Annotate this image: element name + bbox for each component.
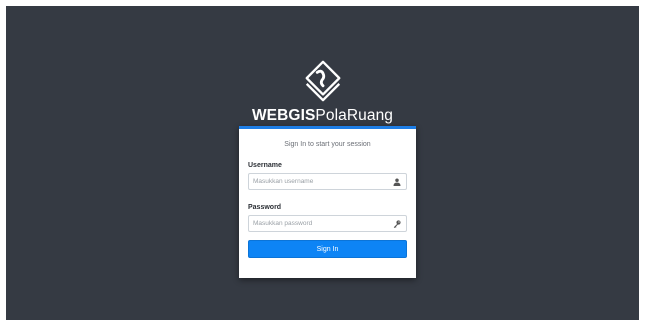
login-page-background: WEBGISPolaRuang Sign In to start your se… bbox=[6, 6, 639, 320]
password-input[interactable] bbox=[253, 216, 378, 231]
username-label: Username bbox=[248, 162, 282, 169]
app-title-bold: WEBGIS bbox=[251, 107, 316, 124]
password-input-group bbox=[248, 215, 407, 232]
sign-in-button[interactable]: Sign In bbox=[248, 240, 407, 258]
username-input-group bbox=[248, 173, 407, 190]
layers-diamond-logo-icon bbox=[305, 60, 340, 102]
password-label: Password bbox=[248, 204, 282, 211]
username-input[interactable] bbox=[253, 174, 378, 189]
login-message: Sign In to start your session bbox=[284, 141, 371, 148]
brand-header: WEBGISPolaRuang bbox=[6, 58, 639, 125]
login-card: Sign In to start your session Username P… bbox=[239, 126, 416, 278]
key-icon bbox=[393, 219, 401, 228]
user-icon bbox=[393, 178, 401, 186]
app-title: WEBGISPolaRuang bbox=[252, 107, 393, 125]
app-title-rest: PolaRuang bbox=[315, 107, 394, 124]
